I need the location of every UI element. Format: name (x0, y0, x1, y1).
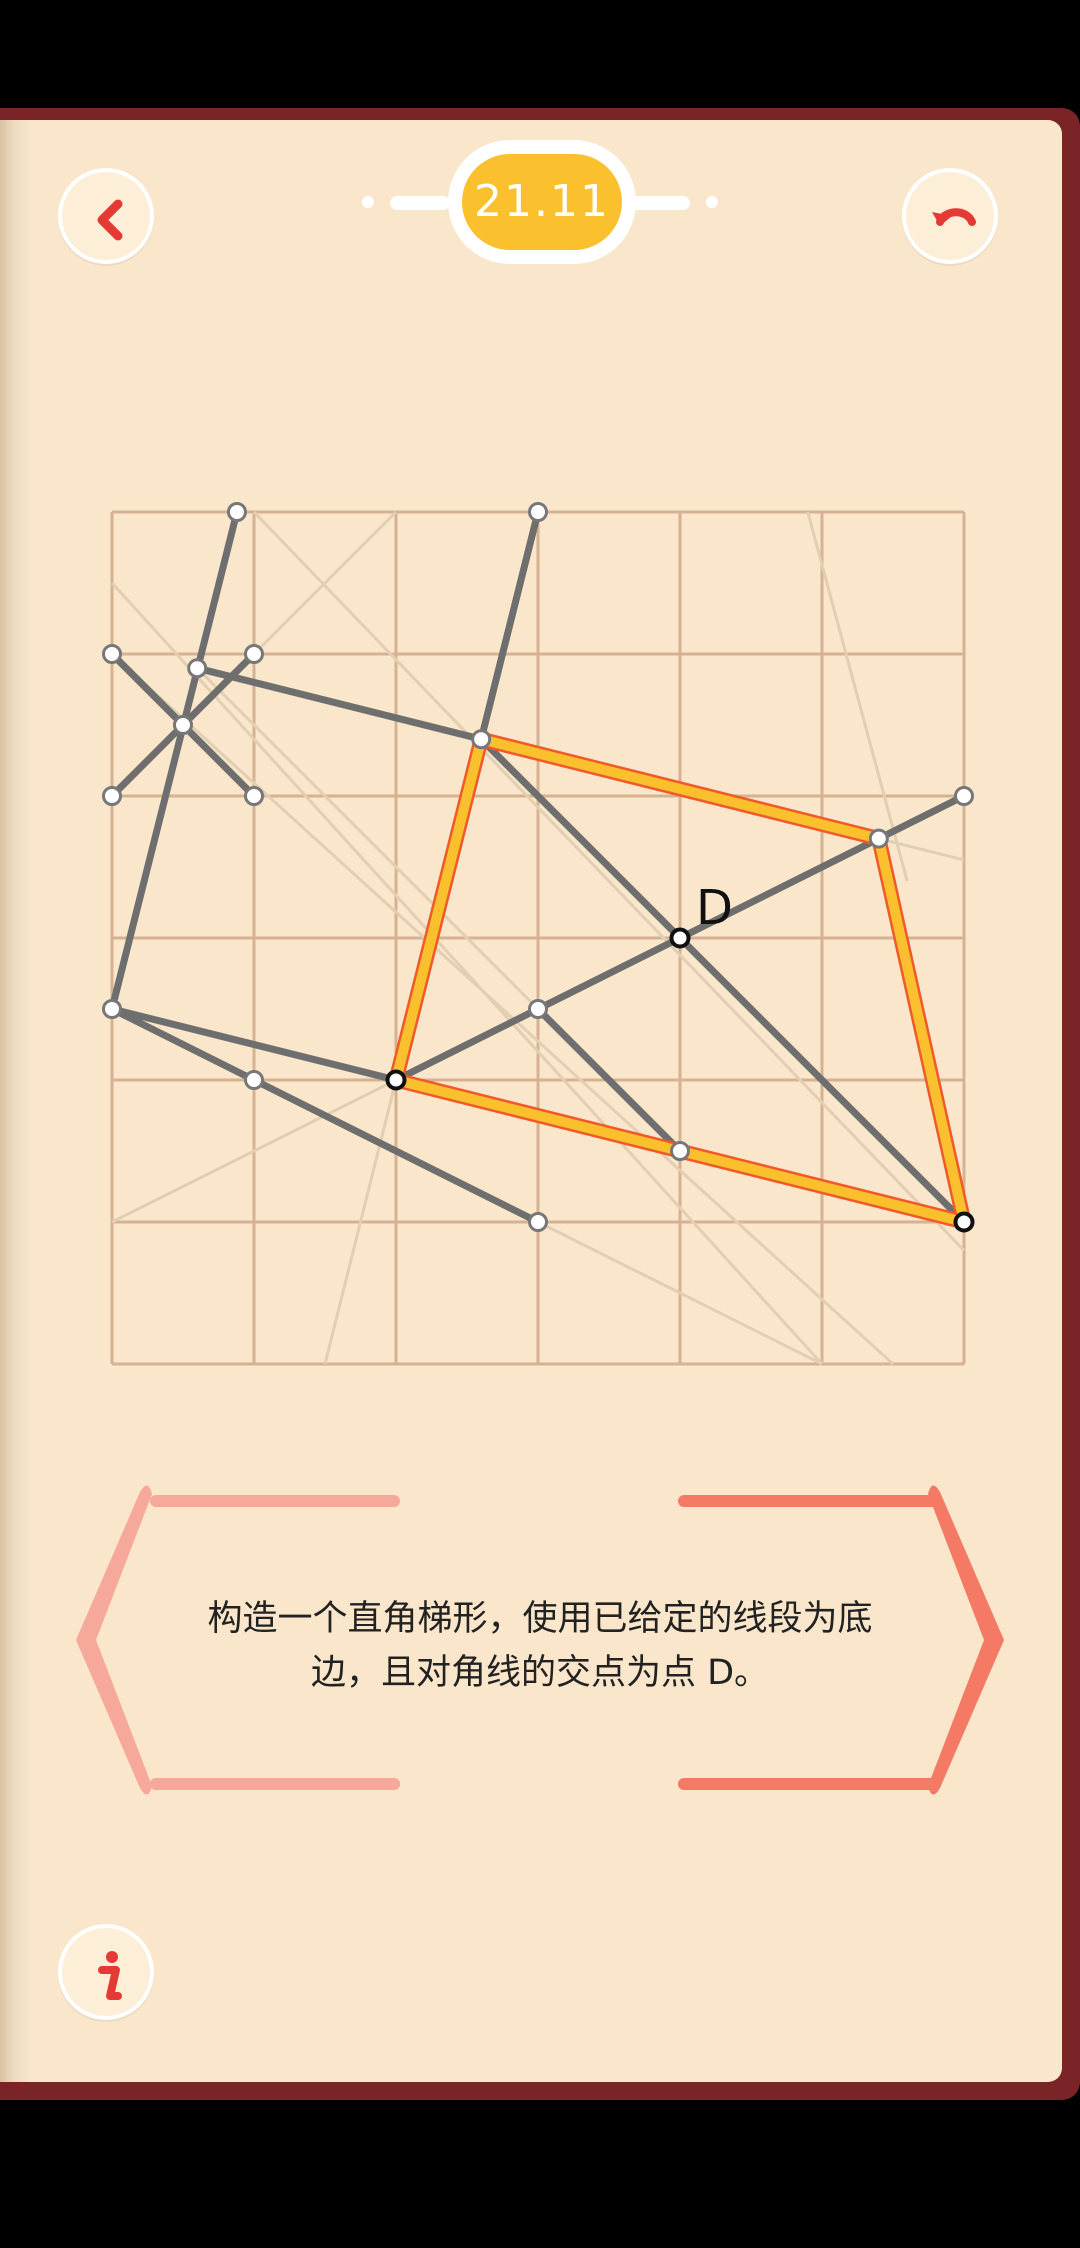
instruction-frame (76, 1485, 1004, 1795)
info-icon (98, 1951, 122, 2000)
instruction-line-1: 构造一个直角梯形，使用已给定的线段为底 (207, 1599, 873, 1639)
instruction-text: 构造一个直角梯形，使用已给定的线段为底 边，且对角线的交点为点 D。 (150, 1592, 930, 1700)
info-button[interactable] (58, 1924, 154, 2020)
instruction-line-2: 边，且对角线的交点为点 D。 (310, 1653, 770, 1693)
